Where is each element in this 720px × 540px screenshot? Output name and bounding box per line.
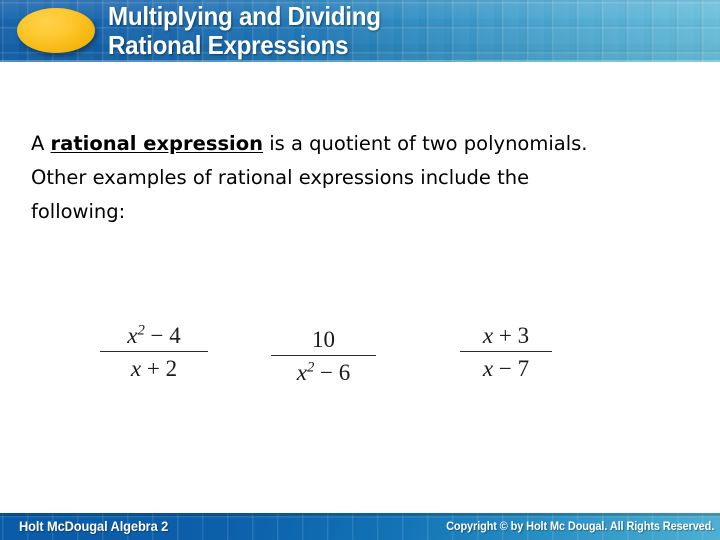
rational-expression-example-3: x + 3 x − 7 — [460, 324, 552, 380]
fraction-numerator: x + 3 — [482, 323, 530, 348]
footer-book-title: Holt McDougal Algebra 2 — [19, 519, 169, 534]
fraction-numerator: x2 − 4 — [127, 322, 181, 348]
lead-text-before: A — [31, 131, 51, 155]
slide-title: Multiplying and Dividing Rational Expres… — [108, 1, 381, 60]
slide-header-banner: Multiplying and Dividing Rational Expres… — [0, 0, 720, 62]
presentation-slide: Multiplying and Dividing Rational Expres… — [0, 0, 720, 540]
logo-ellipse-icon — [17, 8, 95, 53]
slide-body: A rational expression is a quotient of t… — [0, 62, 720, 513]
rational-expression-example-2: 10 x2 − 6 — [271, 328, 376, 384]
fraction-denominator: x + 2 — [130, 356, 178, 382]
footer-copyright: Copyright © by Holt Mc Dougal. All Right… — [445, 521, 714, 533]
key-term-rational-expression: rational expression — [50, 131, 264, 155]
slide-footer-bar: Holt McDougal Algebra 2 Copyright © by H… — [0, 513, 720, 540]
footer-top-edge — [0, 513, 720, 516]
fraction-denominator: x2 − 6 — [296, 359, 351, 386]
example-expressions-row: x2 − 4 x + 2 10 x2 − 6 x + 3 x − 7 — [0, 322, 720, 404]
rational-expression-example-1: x2 − 4 x + 2 — [100, 322, 208, 382]
lead-paragraph: A rational expression is a quotient of t… — [31, 127, 591, 229]
fraction-denominator: x − 7 — [482, 356, 530, 382]
fraction-numerator: 10 — [312, 327, 335, 352]
